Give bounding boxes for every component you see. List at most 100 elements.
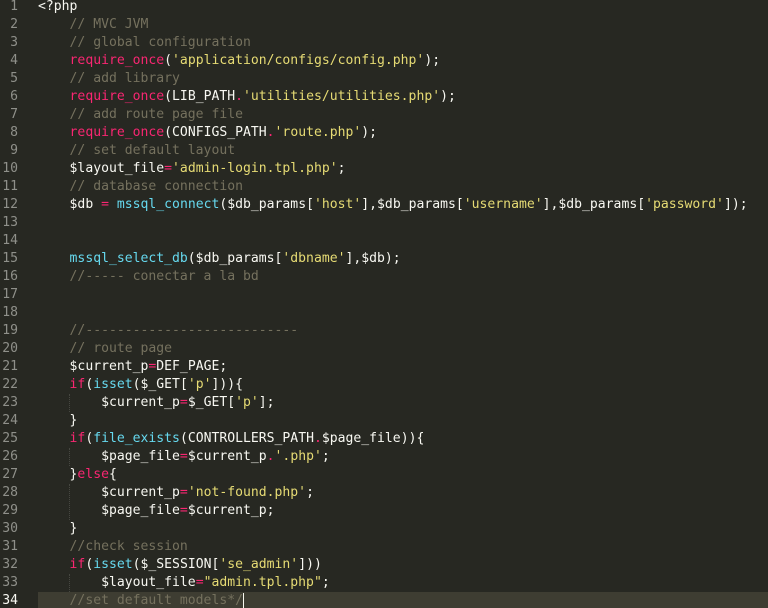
code-line[interactable]: //set default models*/ (38, 592, 243, 608)
code-line[interactable]: // global configuration (38, 34, 251, 52)
code-line[interactable]: // MVC JVM (38, 16, 149, 34)
line-number: 20 (2, 341, 18, 356)
code-token: <?php (38, 0, 78, 14)
code-token: } (38, 521, 78, 536)
line-number: 28 (2, 485, 18, 500)
code-token: ]); (723, 197, 748, 212)
line-number: 15 (2, 251, 18, 266)
code-line[interactable]: $db = mssql_connect($db_params['host'],$… (38, 196, 748, 214)
code-editor[interactable]: 1 2 3 4 5 6 7 8 9 10 11 12 13 14 15 16 17 18 19 20 21 22 23 24 2… (0, 0, 768, 608)
code-token: ; (321, 575, 330, 590)
code-line[interactable]: // add route page file (38, 106, 243, 124)
code-token: ])) (298, 557, 322, 572)
code-line[interactable]: require_once(LIB_PATH.'utilities/utiliti… (38, 88, 456, 106)
code-line[interactable]: //--------------------------- (38, 322, 299, 340)
code-line[interactable]: // route page (38, 340, 172, 358)
code-token: //set default models*/ (69, 593, 243, 608)
code-token: // set default layout (69, 143, 236, 158)
code-token: // add library (69, 71, 180, 86)
code-line[interactable]: }else{ (38, 466, 117, 484)
line-number: 25 (2, 431, 18, 446)
code-token: mssql_select_db (69, 251, 188, 266)
line-number: 14 (2, 233, 18, 248)
code-token: '.php' (274, 449, 322, 464)
code-token: $db (69, 197, 102, 212)
code-line[interactable]: $layout_file='admin-login.tpl.php'; (38, 160, 346, 178)
indent-guide (68, 484, 70, 520)
code-line[interactable]: mssql_select_db($db_params['dbname'],$db… (38, 250, 401, 268)
code-line[interactable]: } (38, 520, 78, 538)
code-token: = (101, 197, 109, 212)
line-number: 5 (10, 71, 18, 86)
line-number: 32 (2, 557, 18, 572)
code-token: $current_p; (187, 503, 275, 518)
code-line[interactable]: // database connection (38, 178, 243, 196)
code-token: require_once (69, 125, 165, 140)
code-token: 'p' (235, 395, 259, 410)
code-line[interactable]: //check session (38, 538, 188, 556)
code-line[interactable]: $page_file=$current_p; (38, 502, 275, 520)
code-line[interactable]: require_once('application/configs/config… (38, 52, 441, 70)
code-token: ( (164, 53, 173, 68)
line-number: 19 (2, 323, 18, 338)
code-token: ( (164, 89, 173, 104)
code-token: = (179, 485, 188, 500)
code-line[interactable]: $layout_file="admin.tpl.php"; (38, 574, 330, 592)
code-token: 'application/configs/config.php' (172, 53, 425, 68)
code-line[interactable]: $page_file=$current_p.'.php'; (38, 448, 330, 466)
code-token: ; (306, 485, 314, 500)
line-number: 8 (10, 125, 18, 140)
code-token: } (38, 467, 78, 482)
code-line[interactable]: //----- conectar a la bd (38, 268, 259, 286)
code-token: $layout_file (69, 161, 165, 176)
line-number: 18 (2, 305, 18, 320)
code-line[interactable]: } (38, 412, 78, 430)
code-line[interactable]: if(isset($_GET['p'])){ (38, 376, 243, 394)
line-number: 30 (2, 521, 18, 536)
code-token: 'dbname' (282, 251, 346, 266)
code-area[interactable]: <?php // MVC JVM // global configuration… (38, 0, 768, 608)
line-number: 4 (10, 53, 18, 68)
code-token: LIB_PATH (172, 89, 236, 104)
code-line[interactable]: require_once(CONFIGS_PATH.'route.php'); (38, 124, 378, 142)
code-token: isset (93, 557, 133, 572)
code-token: = (179, 395, 188, 410)
line-number: 17 (2, 287, 18, 302)
code-token: ); (361, 125, 378, 140)
line-number: 29 (2, 503, 18, 518)
code-token: if (69, 557, 86, 572)
code-line[interactable]: if(file_exists(CONTROLLERS_PATH.$page_fi… (38, 430, 425, 448)
code-token: 'host' (313, 197, 362, 212)
code-line[interactable]: if(isset($_SESSION['se_admin'])) (38, 556, 322, 574)
code-line[interactable]: // set default layout (38, 142, 236, 160)
line-number: 21 (2, 359, 18, 374)
line-number: 22 (2, 377, 18, 392)
code-token: ); (424, 53, 441, 68)
code-token: "admin.tpl.php" (203, 575, 322, 590)
line-number: 34 (2, 593, 18, 608)
code-line[interactable]: // add library (38, 70, 180, 88)
code-token: ]; (258, 395, 275, 410)
code-token: = (164, 161, 173, 176)
line-number: 24 (2, 413, 18, 428)
code-token: ; (321, 449, 330, 464)
code-line[interactable]: $current_p=$_GET['p']; (38, 394, 275, 412)
code-token: ( (179, 431, 188, 446)
code-line[interactable]: $current_p='not-found.php'; (38, 484, 314, 502)
code-line[interactable]: $current_p=DEF_PAGE; (38, 358, 228, 376)
code-line[interactable]: <?php (38, 0, 77, 16)
code-token: // global configuration (69, 35, 251, 50)
